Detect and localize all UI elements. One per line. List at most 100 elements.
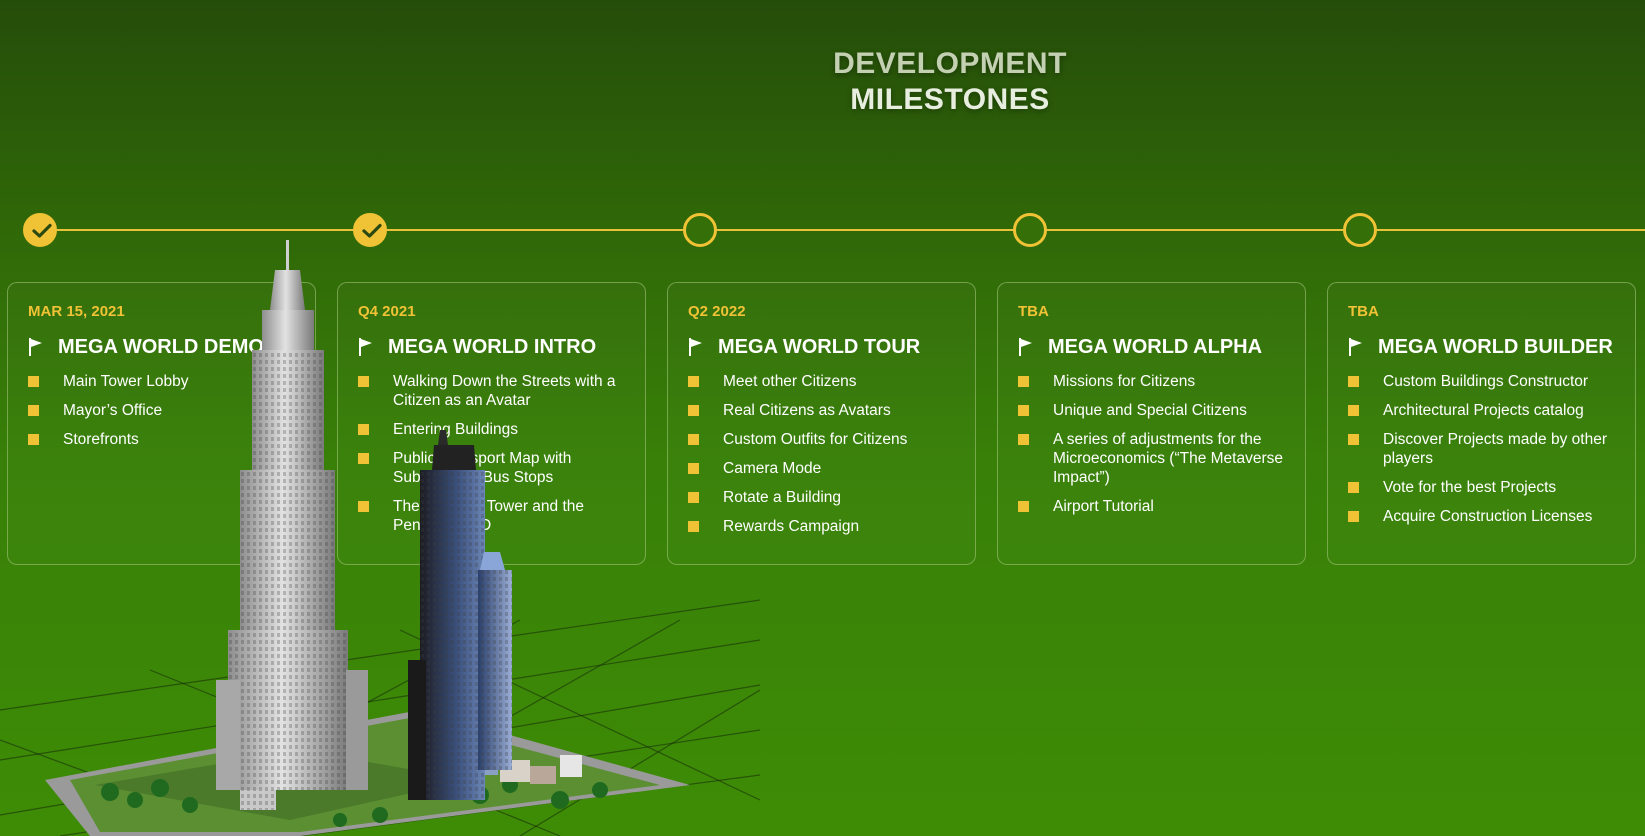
milestone-card-5: TBA MEGA WORLD BUILDER Custom Buildings … bbox=[1327, 282, 1636, 565]
list-item: Main Tower Lobby bbox=[28, 372, 297, 391]
flag-icon bbox=[29, 338, 42, 356]
list-item-text: Main Tower Lobby bbox=[63, 373, 189, 390]
list-item-text: Real Citizens as Avatars bbox=[723, 402, 891, 419]
square-bullet-icon bbox=[1348, 376, 1359, 387]
square-bullet-icon bbox=[1018, 434, 1029, 445]
square-bullet-icon bbox=[28, 376, 39, 387]
list-item-text: Discover Projects made by other players bbox=[1383, 431, 1607, 467]
square-bullet-icon bbox=[1018, 405, 1029, 416]
list-item: Walking Down the Streets with a Citizen … bbox=[358, 372, 627, 410]
square-bullet-icon bbox=[1348, 434, 1359, 445]
milestone-node-4-empty-circle-icon[interactable] bbox=[1013, 213, 1047, 247]
list-item: Discover Projects made by other players bbox=[1348, 430, 1617, 468]
milestone-node-3-empty-circle-icon[interactable] bbox=[683, 213, 717, 247]
square-bullet-icon bbox=[28, 405, 39, 416]
square-bullet-icon bbox=[28, 434, 39, 445]
milestone-date: MAR 15, 2021 bbox=[28, 303, 125, 320]
square-bullet-icon bbox=[1348, 511, 1359, 522]
flag-icon bbox=[1349, 338, 1362, 356]
list-item: Custom Buildings Constructor bbox=[1348, 372, 1617, 391]
square-bullet-icon bbox=[688, 434, 699, 445]
square-bullet-icon bbox=[358, 501, 369, 512]
list-item: Unique and Special Citizens bbox=[1018, 401, 1287, 420]
page-title-line-1: DEVELOPMENT bbox=[833, 47, 1067, 80]
list-item-text: Public Transport Map with Subway and Bus… bbox=[393, 450, 572, 486]
milestone-node-2-check-icon[interactable] bbox=[353, 213, 387, 247]
milestone-card-2: Q4 2021 MEGA WORLD INTRO Walking Down th… bbox=[337, 282, 646, 565]
list-item-text: Architectural Projects catalog bbox=[1383, 402, 1584, 419]
list-item: Architectural Projects catalog bbox=[1348, 401, 1617, 420]
milestone-items: Missions for Citizens Unique and Special… bbox=[1018, 372, 1287, 516]
list-item: Missions for Citizens bbox=[1018, 372, 1287, 391]
list-item: Airport Tutorial bbox=[1018, 497, 1287, 516]
timeline-line bbox=[40, 229, 1645, 231]
milestone-date: Q2 2022 bbox=[688, 303, 746, 320]
square-bullet-icon bbox=[688, 463, 699, 474]
list-item: Rotate a Building bbox=[688, 488, 957, 507]
milestone-heading-text: MEGA WORLD DEMO bbox=[58, 336, 264, 358]
milestone-heading: MEGA WORLD ALPHA bbox=[1018, 335, 1287, 359]
list-item-text: Camera Mode bbox=[723, 460, 822, 477]
list-item-text: Rewards Campaign bbox=[723, 518, 860, 535]
milestone-date: TBA bbox=[1348, 303, 1379, 320]
square-bullet-icon bbox=[688, 405, 699, 416]
milestone-heading: MEGA WORLD DEMO bbox=[28, 335, 297, 359]
milestone-heading-text: MEGA WORLD ALPHA bbox=[1048, 336, 1263, 358]
milestone-card-1: MAR 15, 2021 MEGA WORLD DEMO Main Tower … bbox=[7, 282, 316, 565]
list-item: Custom Outfits for Citizens bbox=[688, 430, 957, 449]
list-item-text: Storefronts bbox=[63, 431, 139, 448]
square-bullet-icon bbox=[1018, 501, 1029, 512]
list-item-text: Custom Outfits for Citizens bbox=[723, 431, 908, 448]
list-item-text: Meet other Citizens bbox=[723, 373, 857, 390]
square-bullet-icon bbox=[1018, 376, 1029, 387]
milestone-heading-text: MEGA WORLD INTRO bbox=[388, 336, 597, 358]
list-item: Storefronts bbox=[28, 430, 297, 449]
milestone-items: Meet other Citizens Real Citizens as Ava… bbox=[688, 372, 957, 536]
list-item: The Flagship Tower and the Penthouse 3D bbox=[358, 497, 627, 535]
milestone-date: TBA bbox=[1018, 303, 1049, 320]
milestone-card-4: TBA MEGA WORLD ALPHA Missions for Citize… bbox=[997, 282, 1306, 565]
page-title-line-2: MILESTONES bbox=[850, 83, 1050, 116]
list-item-text: Vote for the best Projects bbox=[1383, 479, 1557, 496]
square-bullet-icon bbox=[358, 424, 369, 435]
flag-icon bbox=[359, 338, 372, 356]
list-item: Vote for the best Projects bbox=[1348, 478, 1617, 497]
flag-icon bbox=[689, 338, 702, 356]
square-bullet-icon bbox=[358, 376, 369, 387]
list-item: Mayor’s Office bbox=[28, 401, 297, 420]
list-item-text: A series of adjustments for the Microeco… bbox=[1053, 431, 1283, 486]
milestone-date: Q4 2021 bbox=[358, 303, 416, 320]
list-item: A series of adjustments for the Microeco… bbox=[1018, 430, 1287, 487]
milestone-node-5-empty-circle-icon[interactable] bbox=[1343, 213, 1377, 247]
list-item: Rewards Campaign bbox=[688, 517, 957, 536]
square-bullet-icon bbox=[688, 376, 699, 387]
list-item: Public Transport Map with Subway and Bus… bbox=[358, 449, 627, 487]
list-item-text: Mayor’s Office bbox=[63, 402, 163, 419]
milestone-node-1-check-icon[interactable] bbox=[23, 213, 57, 247]
list-item: Camera Mode bbox=[688, 459, 957, 478]
list-item: Real Citizens as Avatars bbox=[688, 401, 957, 420]
milestone-items: Walking Down the Streets with a Citizen … bbox=[358, 372, 627, 535]
list-item-text: Acquire Construction Licenses bbox=[1383, 508, 1593, 525]
milestone-heading-text: MEGA WORLD BUILDER bbox=[1378, 336, 1613, 358]
list-item-text: Unique and Special Citizens bbox=[1053, 402, 1247, 419]
list-item: Meet other Citizens bbox=[688, 372, 957, 391]
square-bullet-icon bbox=[1348, 482, 1359, 493]
page-title: DEVELOPMENT MILESTONES bbox=[800, 46, 1100, 118]
milestone-items: Main Tower Lobby Mayor’s Office Storefro… bbox=[28, 372, 297, 449]
list-item-text: Entering Buildings bbox=[393, 421, 518, 438]
milestone-heading: MEGA WORLD TOUR bbox=[688, 335, 957, 359]
list-item-text: Rotate a Building bbox=[723, 489, 842, 506]
milestone-heading: MEGA WORLD BUILDER bbox=[1348, 335, 1617, 359]
milestone-heading: MEGA WORLD INTRO bbox=[358, 335, 627, 359]
list-item-text: Walking Down the Streets with a Citizen … bbox=[393, 373, 616, 409]
list-item-text: Airport Tutorial bbox=[1053, 498, 1154, 515]
milestone-card-3: Q2 2022 MEGA WORLD TOUR Meet other Citiz… bbox=[667, 282, 976, 565]
square-bullet-icon bbox=[1348, 405, 1359, 416]
square-bullet-icon bbox=[688, 521, 699, 532]
square-bullet-icon bbox=[688, 492, 699, 503]
milestone-items: Custom Buildings Constructor Architectur… bbox=[1348, 372, 1617, 526]
list-item-text: Custom Buildings Constructor bbox=[1383, 373, 1589, 390]
list-item-text: The Flagship Tower and the Penthouse 3D bbox=[393, 498, 584, 534]
list-item: Acquire Construction Licenses bbox=[1348, 507, 1617, 526]
